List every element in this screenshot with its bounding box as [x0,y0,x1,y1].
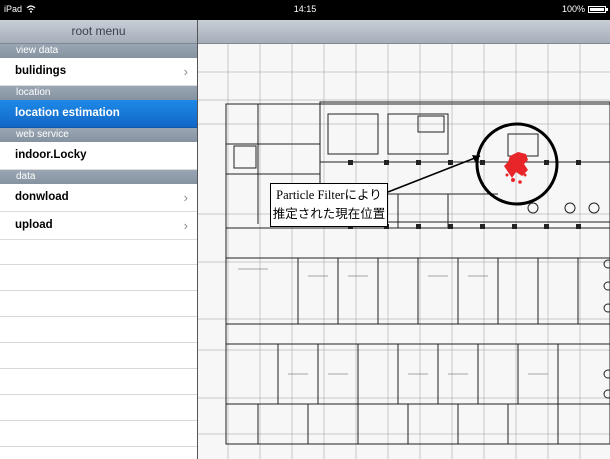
sidebar-item-label: location estimation [15,107,120,119]
sidebar-item-download[interactable]: donwload › [0,184,197,212]
status-right: 100% [561,4,608,14]
sidebar-item-buildings[interactable]: bulidings › [0,58,197,86]
clock: 14:15 [293,4,317,14]
sidebar: root menu view data bulidings › location… [0,20,198,459]
battery-percent: 100% [561,4,585,14]
callout-line-1: Particle Filterにより [276,188,382,202]
sidebar-item-label: donwload [15,191,69,203]
callout-arrow [387,155,481,193]
battery-icon [588,5,608,13]
sidebar-item-upload[interactable]: upload › [0,212,197,240]
particle-dot [511,178,515,182]
particle-filter-callout: Particle Filterにより 推定された現在位置 [270,183,388,227]
floor-plan-map[interactable]: Particle Filterにより 推定された現在位置 [198,44,610,459]
sidebar-item-label: bulidings [15,65,67,77]
section-header-data: data [0,170,197,184]
sidebar-item-label: upload [15,219,53,231]
floor-plan-drawing [198,44,610,459]
chevron-right-icon: › [183,218,188,233]
battery-fill [590,7,604,11]
sidebar-item-location-estimation[interactable]: location estimation [0,100,197,128]
status-bar: iPad 14:15 100% [0,0,610,20]
section-header-view-data: view data [0,44,197,58]
sidebar-item-indoor-locky[interactable]: indoor.Locky [0,142,197,170]
section-header-location: location [0,86,197,100]
particle-dot [518,180,522,184]
sidebar-item-label: indoor.Locky [15,149,87,161]
particle-dot [523,173,527,177]
particle-dot [505,173,509,177]
detail-nav-bar [198,20,610,44]
callout-line-2: 推定された現在位置 [272,207,386,221]
detail-pane: Particle Filterにより 推定された現在位置 [198,20,610,459]
sidebar-title: root menu [0,20,197,44]
chevron-right-icon: › [183,64,188,79]
chevron-right-icon: › [183,190,188,205]
section-header-web-service: web service [0,128,197,142]
